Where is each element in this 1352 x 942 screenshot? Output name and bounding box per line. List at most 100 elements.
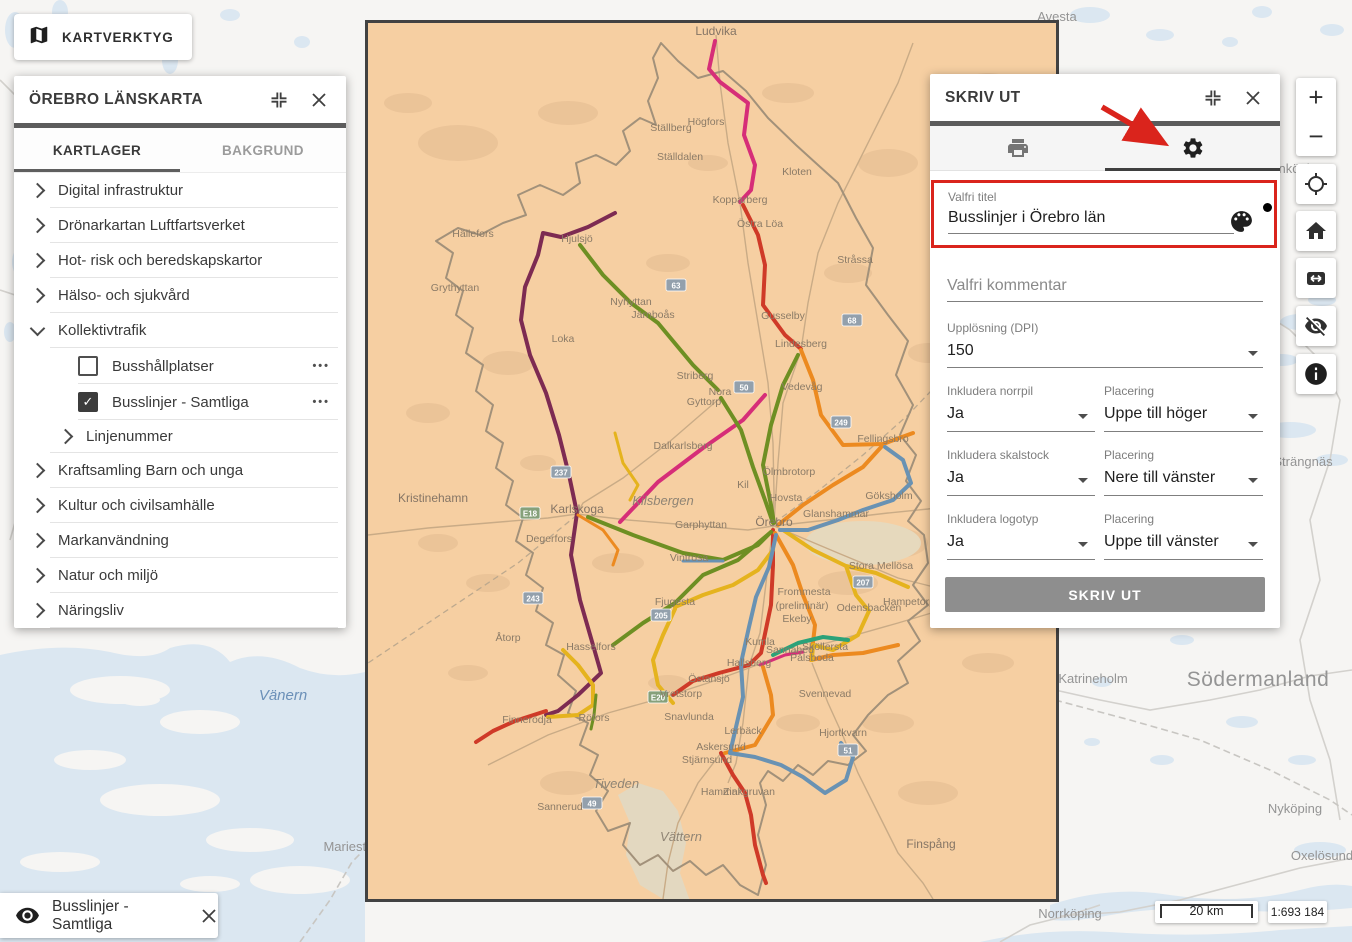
svg-text:Kopparberg: Kopparberg [713, 194, 768, 206]
svg-text:Askersund: Askersund [696, 741, 746, 753]
svg-text:Svennevad: Svennevad [799, 688, 852, 700]
svg-text:Snavlunda: Snavlunda [664, 711, 714, 723]
placering-select[interactable]: Uppe till vänster [1104, 533, 1219, 551]
layer-checkbox[interactable]: ✓ [78, 392, 98, 412]
active-layer-chip[interactable]: Busslinjer - Samtliga [0, 893, 218, 938]
hide-layers-button[interactable] [1296, 306, 1336, 346]
home-button[interactable] [1296, 211, 1336, 251]
svg-text:Pålsboda: Pålsboda [790, 652, 834, 664]
svg-text:Finnerödja: Finnerödja [502, 714, 552, 726]
layer-row-12[interactable]: Näringsliv [14, 593, 346, 628]
layer-checkbox[interactable] [78, 356, 98, 376]
title-field-input[interactable]: Busslinjer i Örebro län [948, 209, 1105, 227]
svg-text:Dalkarlsberg: Dalkarlsberg [654, 440, 713, 452]
zoom-out-button[interactable]: − [1296, 117, 1336, 156]
close-icon[interactable] [200, 907, 218, 925]
print-panel-header: SKRIV UT [930, 74, 1280, 121]
svg-text:Ludvika: Ludvika [695, 24, 737, 38]
placering-select[interactable]: Uppe till höger [1104, 405, 1207, 423]
layers-tabs: KARTLAGER BAKGRUND [14, 128, 346, 173]
chevron-right-icon[interactable] [30, 183, 46, 199]
chevron-down-icon[interactable] [1248, 351, 1258, 356]
title-field-label: Valfri titel [948, 190, 996, 204]
close-icon[interactable] [1241, 86, 1265, 110]
svg-text:51: 51 [844, 747, 853, 756]
layer-row-10[interactable]: Markanvändning [14, 523, 346, 558]
chevron-right-icon[interactable] [30, 218, 46, 234]
layer-row-1[interactable]: Drönarkartan Luftfartsverket [14, 208, 346, 243]
chevron-down-icon[interactable] [1078, 542, 1088, 547]
collapse-icon[interactable] [267, 88, 291, 112]
tab-bakgrund[interactable]: BAKGRUND [180, 128, 346, 172]
chevron-down-icon[interactable] [30, 321, 46, 337]
dpi-select[interactable]: 150 [947, 342, 974, 360]
chevron-down-icon[interactable] [1078, 414, 1088, 419]
svg-text:Hjulsjö: Hjulsjö [561, 233, 593, 245]
placering-select[interactable]: Nere till vänster [1104, 469, 1215, 487]
option-select[interactable]: Ja [947, 533, 964, 551]
svg-text:Gyttorp: Gyttorp [687, 396, 722, 408]
palette-icon[interactable] [1229, 209, 1254, 239]
tab-kartlager[interactable]: KARTLAGER [14, 128, 180, 172]
layer-row-8[interactable]: Kraftsamling Barn och unga [14, 453, 346, 488]
layers-panel-header: ÖREBRO LÄNSKARTA [14, 76, 346, 123]
layer-row-6[interactable]: ✓Busslinjer - Samtliga••• [14, 384, 346, 420]
previous-extent-button[interactable] [1296, 258, 1336, 298]
chevron-down-icon[interactable] [1248, 414, 1258, 419]
svg-text:249: 249 [834, 419, 848, 428]
layer-label: Linjenummer [86, 428, 173, 445]
comment-field-input[interactable]: Valfri kommentar [947, 277, 1067, 295]
svg-text:Östra Löa: Östra Löa [737, 218, 783, 230]
svg-text:Glanshammar: Glanshammar [803, 508, 869, 520]
svg-text:68: 68 [848, 317, 857, 326]
layer-label: Drönarkartan Luftfartsverket [58, 217, 245, 234]
chevron-right-icon[interactable] [30, 533, 46, 549]
chevron-right-icon[interactable] [30, 463, 46, 479]
layer-row-0[interactable]: Digital infrastruktur [14, 173, 346, 208]
active-tab-indicator [14, 169, 180, 172]
annotation-highlight-box: Valfri titel Busslinjer i Örebro län [931, 180, 1277, 248]
svg-text:Loka: Loka [552, 333, 575, 345]
geolocate-button[interactable] [1296, 164, 1336, 204]
layer-row-2[interactable]: Hot- risk och beredskapskartor [14, 243, 346, 278]
svg-text:Striberg: Striberg [677, 370, 714, 382]
placering-label: Placering [1104, 448, 1154, 462]
printer-icon[interactable] [930, 126, 1105, 170]
layer-row-4[interactable]: Kollektivtrafik [14, 313, 346, 348]
collapse-icon[interactable] [1201, 86, 1225, 110]
svg-text:Kil: Kil [737, 479, 749, 491]
chevron-right-icon[interactable] [30, 568, 46, 584]
zoom-in-button[interactable]: + [1296, 78, 1336, 117]
close-icon[interactable] [307, 88, 331, 112]
svg-text:Hallsberg: Hallsberg [727, 657, 772, 669]
layer-row-7[interactable]: Linjenummer [14, 420, 346, 453]
svg-text:63: 63 [672, 282, 681, 291]
map-tools-button[interactable]: KARTVERKTYG [14, 14, 192, 60]
layer-row-9[interactable]: Kultur och civilsamhälle [14, 488, 346, 523]
chevron-down-icon[interactable] [1248, 542, 1258, 547]
chevron-right-icon[interactable] [30, 498, 46, 514]
svg-text:Nyhyttan: Nyhyttan [610, 296, 652, 308]
option-select[interactable]: Ja [947, 469, 964, 487]
print-submit-button[interactable]: SKRIV UT [945, 577, 1265, 612]
chevron-right-icon[interactable] [30, 603, 46, 619]
svg-text:Stjärnsund: Stjärnsund [682, 754, 732, 766]
chevron-down-icon[interactable] [1248, 478, 1258, 483]
map-tools-label: KARTVERKTYG [62, 30, 174, 45]
option-select[interactable]: Ja [947, 405, 964, 423]
chevron-down-icon[interactable] [1078, 478, 1088, 483]
chevron-right-icon[interactable] [58, 429, 74, 445]
more-options-icon[interactable]: ••• [312, 360, 330, 372]
info-button[interactable] [1296, 354, 1336, 394]
svg-text:Karlskoga: Karlskoga [550, 502, 604, 516]
layer-row-11[interactable]: Natur och miljö [14, 558, 346, 593]
layer-row-3[interactable]: Hälso- och sjukvård [14, 278, 346, 313]
chevron-right-icon[interactable] [30, 288, 46, 304]
svg-text:Kilsbergen: Kilsbergen [632, 493, 693, 508]
chevron-right-icon[interactable] [30, 253, 46, 269]
settings-icon[interactable] [1105, 126, 1280, 170]
eye-icon[interactable] [15, 903, 40, 928]
layer-row-5[interactable]: Busshållplatser••• [14, 348, 346, 384]
svg-text:Norrköping: Norrköping [1038, 906, 1102, 921]
more-options-icon[interactable]: ••• [312, 396, 330, 408]
